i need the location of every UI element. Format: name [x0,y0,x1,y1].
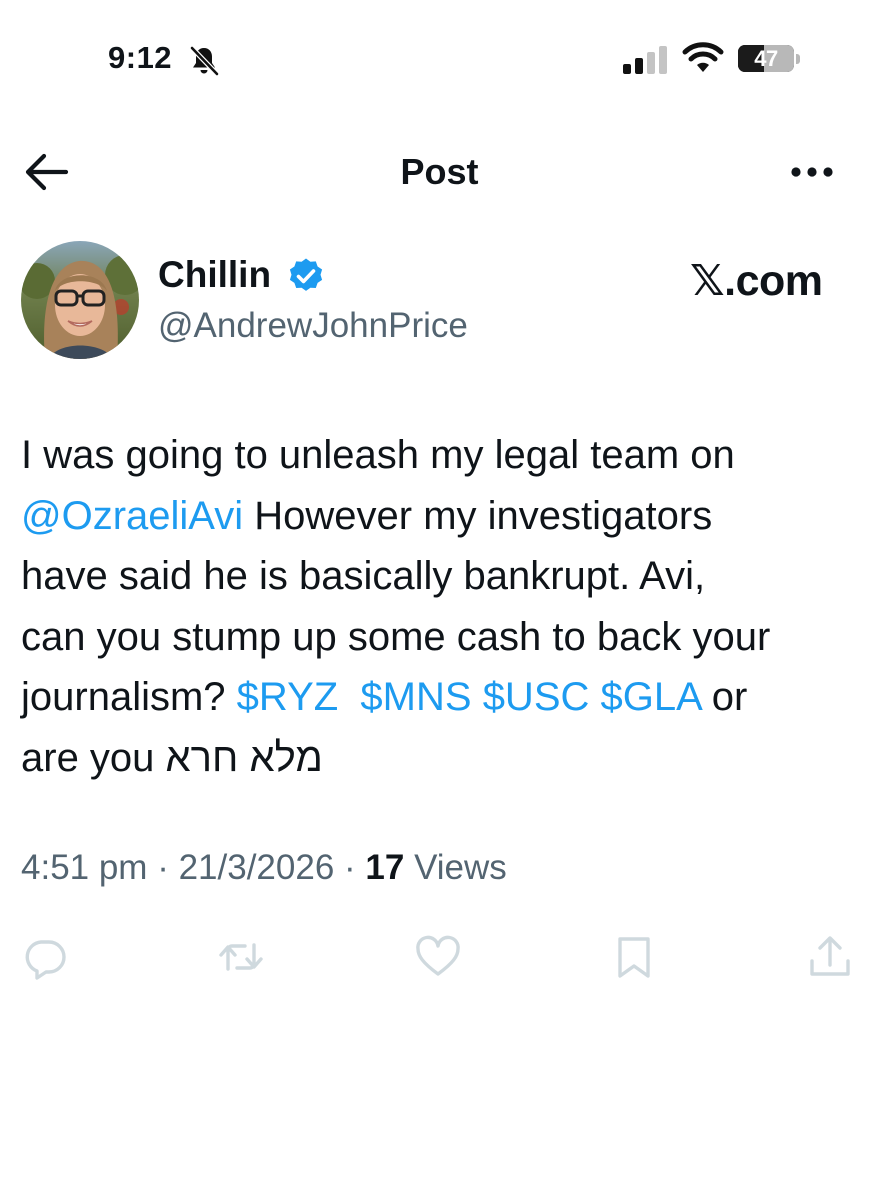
cashtag-link[interactable]: $RYZ [237,675,339,719]
avatar[interactable] [21,241,139,359]
post-screen: 9:12 47 Post Chillin @AndrewJohnPrice 𝕏.… [0,0,879,1199]
reply-button[interactable] [21,933,69,981]
page-title: Post [400,151,479,192]
tweet-line: I was going to unleash my legal team on [21,433,735,477]
cellular-signal-icon [623,46,667,74]
like-button[interactable] [414,933,462,981]
tweet-text: I was going to unleash my legal team on … [21,425,866,788]
tweet-text-segment: journalism? [21,675,237,719]
author-display-name[interactable]: Chillin [158,254,271,296]
post-time[interactable]: 4:51 pm [21,848,147,887]
bookmark-icon [618,937,650,978]
tweet-line: have said he is basically bankrupt. Avi, [21,554,706,598]
repost-button[interactable] [217,933,265,981]
watermark-domain: .com [724,257,823,305]
post-meta: 4:51 pm · 21/3/2026 · 17 Views [21,848,507,888]
tweet-text-segment: are you [21,735,166,780]
views-count: 17 [365,848,405,887]
battery-indicator: 47 [738,45,794,72]
tweet-text-segment: or [700,675,748,719]
post-date[interactable]: 21/3/2026 [179,848,335,887]
share-button[interactable] [806,933,854,981]
reply-icon [25,940,66,980]
tweet-line: can you stump up some cash to back your [21,614,771,659]
hebrew-text: מלא חרא [165,735,323,780]
more-horizontal-icon [791,167,833,177]
status-time: 9:12 [108,40,173,75]
views-label: Views [404,848,507,887]
x-com-watermark: 𝕏.com [690,256,823,306]
battery-percentage: 47 [754,46,778,71]
x-logo-icon: 𝕏 [690,256,725,306]
more-options-button[interactable] [786,160,838,184]
tweet-line: are you מלא חרא [21,728,866,789]
meta-separator: · [147,848,179,887]
tweet-line: journalism? $RYZ $MNS $USC $GLA or [21,667,866,728]
tweet-text-segment: However my investigators [243,493,713,538]
verified-badge-icon [289,258,323,291]
repost-icon [219,943,263,971]
cashtag-link[interactable]: $USC [483,675,590,719]
meta-separator: · [334,848,366,887]
tweet-line: @OzraeliAvi However my investigators [21,486,866,547]
cashtag-link[interactable]: $GLA [601,675,701,719]
share-icon [810,936,850,976]
author-handle[interactable]: @AndrewJohnPrice [158,306,468,346]
avatar-photo [21,241,139,359]
heart-icon [416,935,460,976]
mention-link[interactable]: @OzraeliAvi [21,494,243,538]
battery-nub [796,54,800,64]
wifi-icon [682,42,724,72]
bell-slash-icon [190,46,219,76]
bookmark-button[interactable] [610,933,658,981]
cashtag-link[interactable]: $MNS [360,675,471,719]
